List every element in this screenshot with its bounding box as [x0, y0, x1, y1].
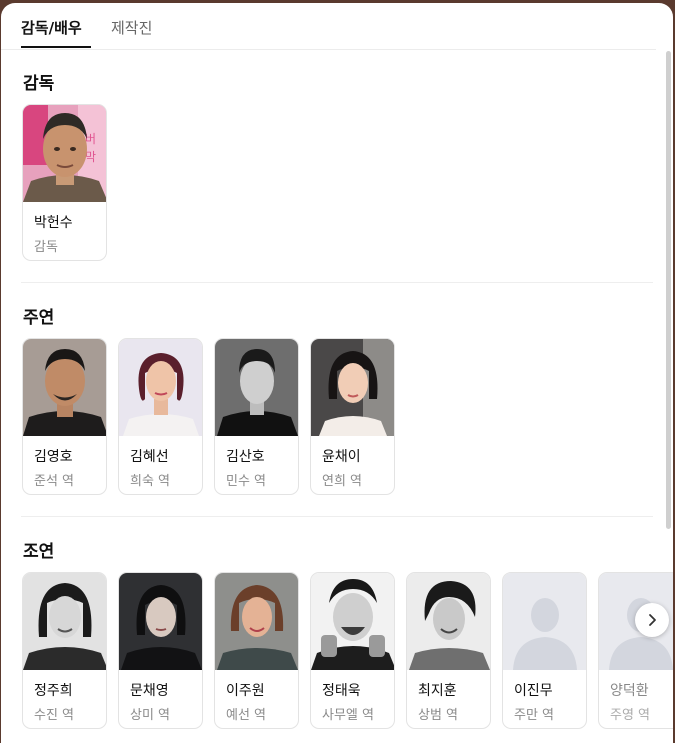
actor-photo — [407, 573, 490, 670]
person-name: 양덕환 — [610, 683, 649, 699]
active-tab-indicator — [21, 46, 91, 48]
person-name: 이진무 — [514, 683, 553, 699]
tab-production-staff[interactable]: 제작진 — [111, 17, 152, 38]
person-card-director[interactable]: 버 막 박헌수 감독 — [22, 104, 107, 261]
person-role: 희숙 역 — [130, 474, 171, 489]
chevron-right-icon — [649, 614, 656, 626]
person-card-supporting[interactable]: 양덕환 주영 역 — [598, 572, 673, 729]
person-name: 최지훈 — [418, 683, 457, 699]
person-name: 이주원 — [226, 683, 265, 699]
actor-photo — [119, 339, 202, 436]
person-name: 김혜선 — [130, 449, 169, 465]
tab-director-cast[interactable]: 감독/배우 — [21, 17, 82, 38]
placeholder-avatar-icon — [503, 573, 586, 670]
actor-photo — [215, 573, 298, 670]
actor-photo — [23, 573, 106, 670]
person-card-supporting[interactable]: 정주희 수진 역 — [22, 572, 107, 729]
person-role: 상범 역 — [418, 708, 459, 723]
section-title-supporting: 조연 — [23, 542, 55, 562]
section-divider — [21, 282, 653, 283]
actor-photo — [215, 339, 298, 436]
carousel-next-button[interactable] — [635, 603, 669, 637]
section-title-director: 감독 — [23, 74, 55, 94]
person-role: 주만 역 — [514, 708, 555, 723]
person-name: 윤채이 — [322, 449, 361, 465]
person-card-supporting[interactable]: 최지훈 상범 역 — [406, 572, 491, 729]
person-card-supporting[interactable]: 이진무 주만 역 — [502, 572, 587, 729]
person-role: 감독 — [34, 240, 58, 255]
person-name: 문채영 — [130, 683, 169, 699]
person-name: 김영호 — [34, 449, 73, 465]
svg-text:버: 버 — [85, 132, 96, 146]
person-card-lead[interactable]: 김혜선 희숙 역 — [118, 338, 203, 495]
person-card-supporting[interactable]: 이주원 예선 역 — [214, 572, 299, 729]
scrollbar-thumb[interactable] — [666, 51, 671, 529]
person-card-lead[interactable]: 김산호 민수 역 — [214, 338, 299, 495]
filmography-panel: 감독/배우 제작진 감독 버 막 박헌수 감독 주연 김영호 준석 역 김혜선 … — [1, 3, 673, 743]
person-card-lead[interactable]: 김영호 준석 역 — [22, 338, 107, 495]
director-photo: 버 막 — [23, 105, 106, 202]
section-title-lead: 주연 — [23, 308, 55, 328]
person-card-supporting[interactable]: 문채영 상미 역 — [118, 572, 203, 729]
actor-photo — [119, 573, 202, 670]
person-name: 박헌수 — [34, 215, 73, 231]
actor-photo — [23, 339, 106, 436]
person-role: 수진 역 — [34, 708, 75, 723]
actor-photo — [311, 339, 394, 436]
section-divider — [21, 516, 653, 517]
person-role: 주영 역 — [610, 708, 651, 723]
person-role: 준석 역 — [34, 474, 75, 489]
person-name: 김산호 — [226, 449, 265, 465]
person-role: 사무엘 역 — [322, 708, 374, 723]
person-role: 연희 역 — [322, 474, 363, 489]
actor-photo — [311, 573, 394, 670]
person-card-lead[interactable]: 윤채이 연희 역 — [310, 338, 395, 495]
supporting-carousel: 정주희 수진 역 문채영 상미 역 이주원 예선 역 정태욱 사무엘 역 최지훈… — [1, 571, 673, 741]
tab-bar: 감독/배우 제작진 — [1, 3, 656, 50]
person-card-supporting[interactable]: 정태욱 사무엘 역 — [310, 572, 395, 729]
person-name: 정태욱 — [322, 683, 361, 699]
person-role: 민수 역 — [226, 474, 267, 489]
person-name: 정주희 — [34, 683, 73, 699]
person-role: 상미 역 — [130, 708, 171, 723]
person-role: 예선 역 — [226, 708, 267, 723]
